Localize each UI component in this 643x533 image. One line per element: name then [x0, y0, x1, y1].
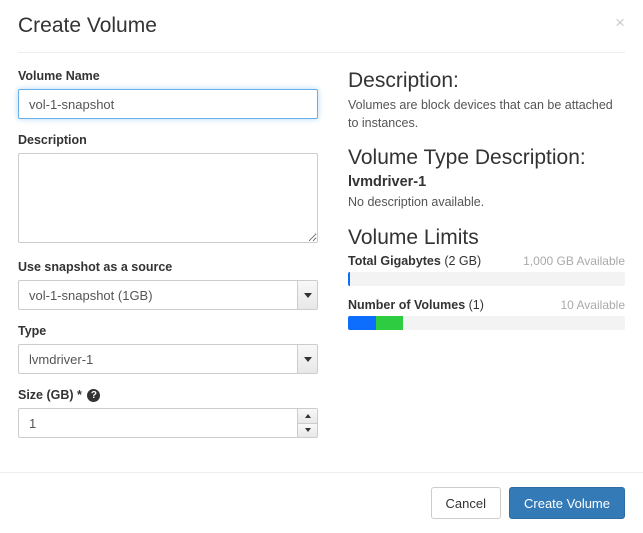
description-heading: Description: — [348, 69, 625, 93]
spinner-buttons — [297, 409, 317, 437]
modal-title: Create Volume — [18, 14, 157, 38]
size-spinner[interactable]: 1 — [18, 408, 318, 438]
type-label: Type — [18, 324, 318, 338]
volume-name-label: Volume Name — [18, 69, 318, 83]
type-desc-heading: Volume Type Description: — [348, 146, 625, 170]
total-gb-used: (2 GB) — [444, 254, 481, 268]
required-indicator: * — [77, 388, 82, 402]
chevron-down-icon — [297, 345, 317, 373]
create-volume-button[interactable]: Create Volume — [509, 487, 625, 519]
type-select[interactable]: lvmdriver-1 — [18, 344, 318, 374]
description-textarea[interactable] — [18, 153, 318, 243]
total-gb-limit: Total Gigabytes (2 GB) 1,000 GB Availabl… — [348, 254, 625, 286]
num-vol-head: Number of Volumes (1) 10 Available — [348, 298, 625, 312]
chevron-down-icon — [297, 281, 317, 309]
volume-name-group: Volume Name — [18, 69, 318, 119]
num-vol-bar-new — [376, 316, 404, 330]
total-gb-head: Total Gigabytes (2 GB) 1,000 GB Availabl… — [348, 254, 625, 268]
info-column: Description: Volumes are block devices t… — [348, 69, 625, 452]
source-label: Use snapshot as a source — [18, 260, 318, 274]
total-gb-available: 1,000 GB Available — [523, 254, 625, 268]
description-text: Volumes are block devices that can be at… — [348, 97, 625, 132]
close-icon[interactable]: × — [615, 14, 625, 31]
modal-header: Create Volume × — [18, 14, 625, 53]
source-select[interactable]: vol-1-snapshot (1GB) — [18, 280, 318, 310]
cancel-button[interactable]: Cancel — [431, 487, 501, 519]
spinner-up-icon[interactable] — [298, 409, 317, 423]
size-group: Size (GB) * ? 1 — [18, 388, 318, 438]
modal-footer: Cancel Create Volume — [0, 472, 643, 533]
type-select-value: lvmdriver-1 — [19, 352, 297, 367]
description-label: Description — [18, 133, 318, 147]
num-vol-name: Number of Volumes — [348, 298, 465, 312]
total-gb-name: Total Gigabytes — [348, 254, 441, 268]
type-desc-text: No description available. — [348, 194, 625, 212]
num-volumes-limit: Number of Volumes (1) 10 Available — [348, 298, 625, 330]
spinner-down-icon[interactable] — [298, 423, 317, 438]
type-group: Type lvmdriver-1 — [18, 324, 318, 374]
limits-heading: Volume Limits — [348, 226, 625, 250]
total-gb-bar-used — [348, 272, 350, 286]
total-gb-bar — [348, 272, 625, 286]
num-vol-bar-used — [348, 316, 376, 330]
source-select-value: vol-1-snapshot (1GB) — [19, 288, 297, 303]
num-vol-used: (1) — [469, 298, 484, 312]
source-group: Use snapshot as a source vol-1-snapshot … — [18, 260, 318, 310]
modal-body: Volume Name Description Use snapshot as … — [18, 53, 625, 472]
size-label-text: Size (GB) — [18, 388, 74, 402]
type-name: lvmdriver-1 — [348, 174, 625, 190]
description-group: Description — [18, 133, 318, 246]
help-icon[interactable]: ? — [87, 389, 100, 402]
create-volume-dialog: Create Volume × Volume Name Description … — [0, 0, 643, 472]
num-vol-label: Number of Volumes (1) — [348, 298, 484, 312]
size-value: 1 — [19, 416, 297, 431]
volume-name-input[interactable] — [18, 89, 318, 119]
num-vol-bar — [348, 316, 625, 330]
total-gb-label: Total Gigabytes (2 GB) — [348, 254, 481, 268]
num-vol-available: 10 Available — [561, 298, 626, 312]
size-label: Size (GB) * ? — [18, 388, 318, 402]
form-column: Volume Name Description Use snapshot as … — [18, 69, 318, 452]
